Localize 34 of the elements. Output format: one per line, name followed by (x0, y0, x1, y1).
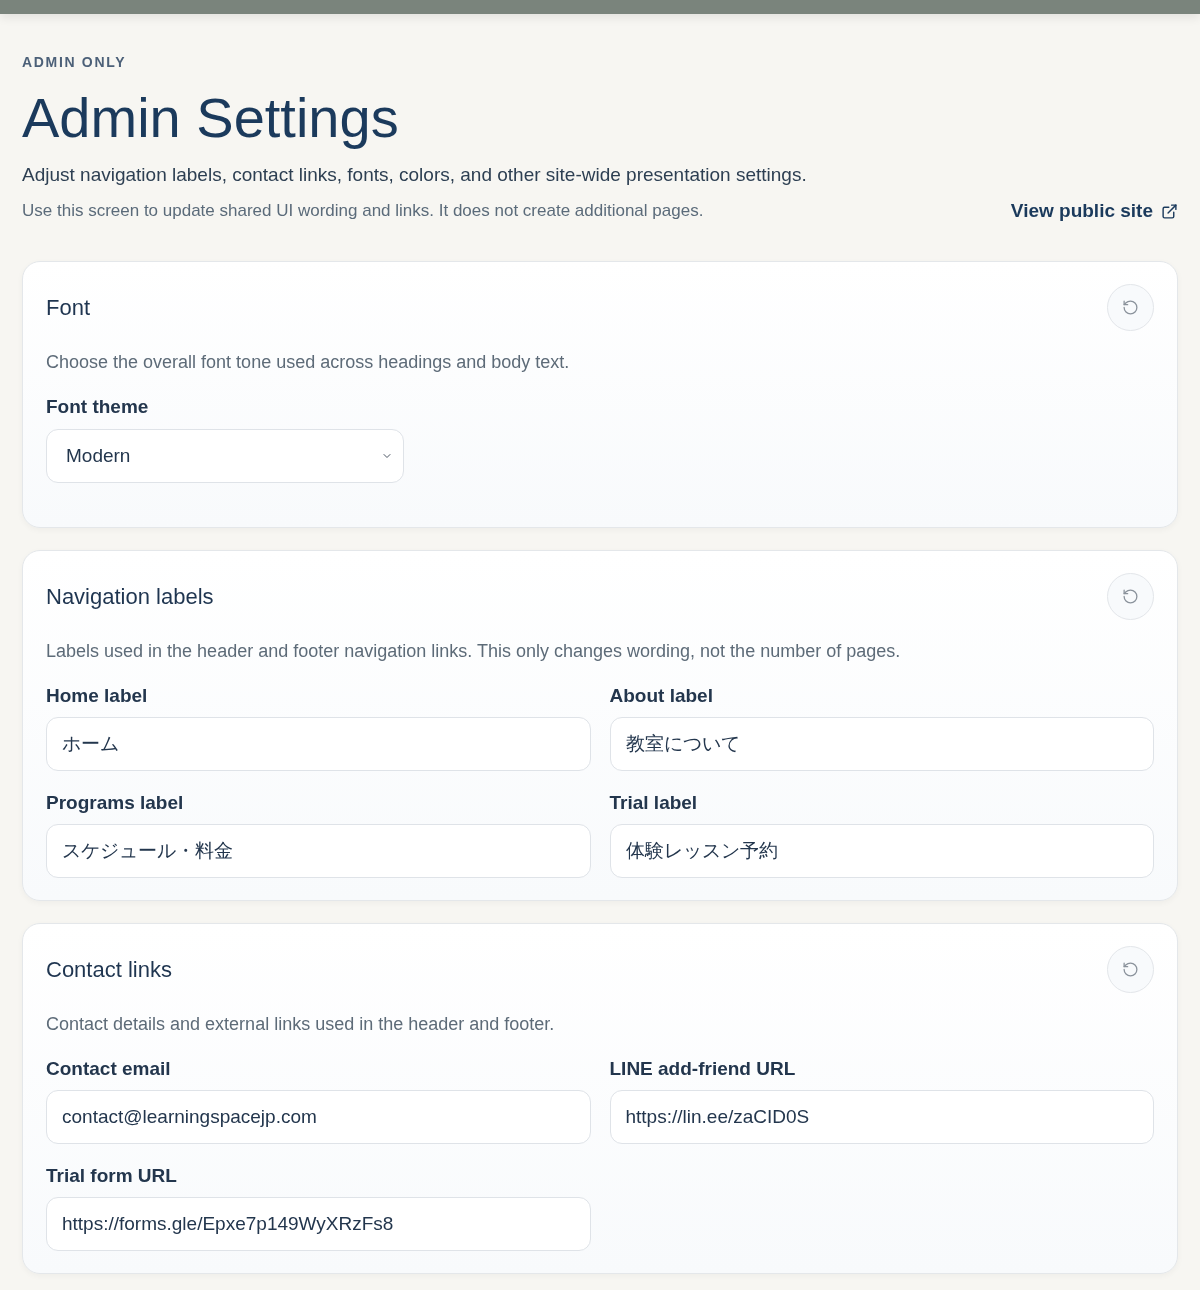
section-title: Navigation labels (46, 582, 214, 611)
field-label: Home label (46, 684, 149, 708)
text-field[interactable]: ホーム (46, 717, 591, 771)
reset-button[interactable] (1107, 946, 1154, 993)
field-label: Trial form URL (46, 1164, 178, 1188)
text-field[interactable]: スケジュール・料金 (46, 824, 591, 878)
reset-icon (1122, 588, 1139, 605)
eyebrow-label: ADMIN ONLY (22, 53, 128, 72)
reset-icon (1122, 961, 1139, 978)
text-field[interactable]: 教室について (609, 717, 1154, 771)
external-link-icon (1161, 202, 1178, 220)
reset-icon (1122, 299, 1139, 316)
section-title: Contact links (46, 955, 172, 984)
field-label: Contact email (46, 1057, 172, 1081)
page-title: Admin Settings (22, 86, 400, 150)
font-theme-select[interactable]: Modern (46, 429, 404, 483)
field-label: LINE add-friend URL (609, 1057, 797, 1081)
section-description: Choose the overall font tone used across headings and body text. (46, 351, 571, 374)
field-label: Font theme (46, 395, 150, 419)
page-subtitle: Adjust navigation labels, contact links, fonts, colors, and other site-wide presentation settings. (22, 163, 808, 187)
reset-button[interactable] (1107, 284, 1154, 331)
reset-button[interactable] (1107, 573, 1154, 620)
text-field[interactable]: https://lin.ee/zaCID0S (609, 1090, 1154, 1144)
section-title: Font (46, 293, 91, 322)
field-label: About label (609, 684, 714, 708)
text-field[interactable]: https://forms.gle/Epxe7p149WyXRzFs8 (46, 1197, 591, 1251)
field-label: Programs label (46, 791, 185, 815)
page-note: Use this screen to update shared UI wording and links. It does not create additional pages. (22, 200, 704, 222)
section-description: Labels used in the header and footer navigation links. This only changes wording, not the number of pages. (46, 640, 902, 663)
view-public-site-link[interactable]: View public site (1010, 198, 1178, 224)
field-label: Trial label (609, 791, 699, 815)
section-description: Contact details and external links used in the header and footer. (46, 1013, 556, 1036)
text-field[interactable]: 体験レッスン予約 (609, 824, 1154, 878)
text-field[interactable]: contact@learningspacejp.com (46, 1090, 591, 1144)
